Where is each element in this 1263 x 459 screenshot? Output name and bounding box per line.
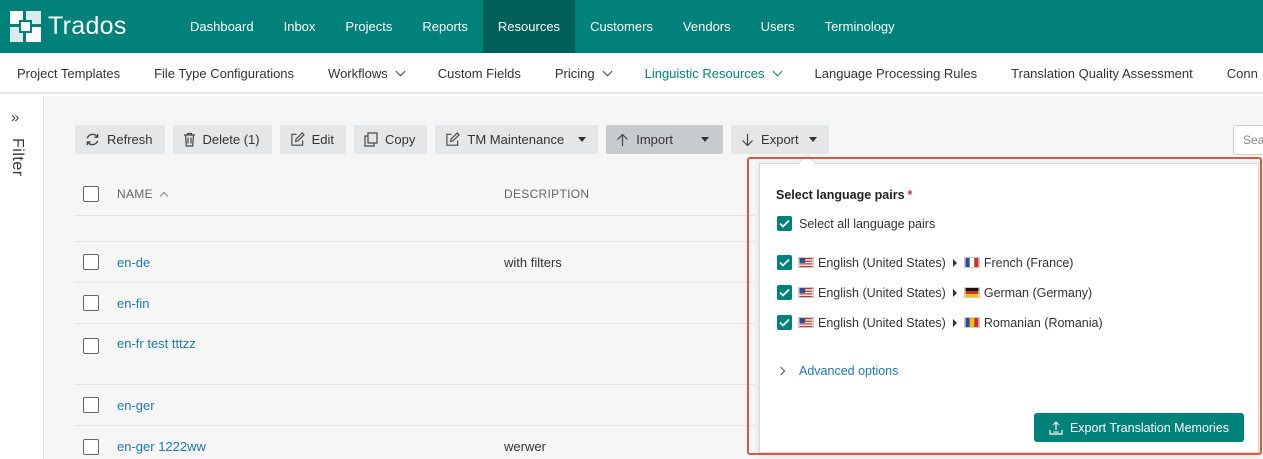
tab-label: File Type Configurations bbox=[154, 66, 295, 81]
table-header: NAME DESCRIPTION bbox=[75, 173, 755, 216]
nav-inbox[interactable]: Inbox bbox=[269, 0, 331, 53]
arrow-down-icon bbox=[742, 133, 753, 146]
import-label: Import bbox=[636, 132, 674, 147]
tab-label: Language Processing Rules bbox=[814, 66, 978, 81]
edit-button[interactable]: Edit bbox=[279, 125, 347, 154]
toolbar: Refresh Delete (1) Edit Copy TM Maintena… bbox=[75, 125, 837, 154]
refresh-label: Refresh bbox=[107, 132, 153, 147]
row-checkbox[interactable] bbox=[83, 295, 99, 311]
trados-logo-icon bbox=[10, 11, 41, 42]
nav-projects[interactable]: Projects bbox=[330, 0, 407, 53]
row-checkbox[interactable] bbox=[83, 254, 99, 270]
trash-icon bbox=[183, 132, 195, 147]
copy-icon bbox=[364, 132, 378, 147]
row-name[interactable]: en-fr test tttzz bbox=[117, 336, 504, 351]
caret-down-icon bbox=[578, 137, 587, 142]
table-row[interactable]: en-fr test tttzz bbox=[75, 324, 755, 385]
tab-label: Workflows bbox=[328, 66, 388, 81]
row-name[interactable]: en-ger 1222ww bbox=[117, 439, 504, 454]
column-label: NAME bbox=[117, 187, 153, 201]
tab-project-templates[interactable]: Project Templates bbox=[0, 53, 137, 92]
refresh-button[interactable]: Refresh bbox=[75, 125, 165, 154]
row-checkbox[interactable] bbox=[83, 397, 99, 413]
tab-translation-quality-assessment[interactable]: Translation Quality Assessment bbox=[994, 53, 1210, 92]
export-button[interactable]: Export bbox=[731, 125, 829, 154]
caret-down-icon bbox=[808, 137, 817, 142]
delete-button[interactable]: Delete (1) bbox=[172, 125, 272, 154]
highlight-outline bbox=[747, 157, 1262, 455]
nav-vendors[interactable]: Vendors bbox=[668, 0, 746, 53]
row-description: with filters bbox=[504, 254, 562, 270]
search-input[interactable]: Sea bbox=[1233, 125, 1263, 155]
nav-resources[interactable]: Resources bbox=[482, 0, 576, 53]
delete-label: Delete (1) bbox=[202, 132, 260, 147]
row-checkbox[interactable] bbox=[83, 338, 99, 354]
expand-arrows-icon[interactable]: » bbox=[11, 109, 19, 126]
nav-customers[interactable]: Customers bbox=[575, 0, 668, 53]
sort-up-icon bbox=[159, 191, 169, 201]
tab-label: Pricing bbox=[554, 66, 595, 81]
edit-icon bbox=[290, 132, 305, 146]
tab-label: Conn bbox=[1226, 66, 1258, 81]
tab-label: Linguistic Resources bbox=[644, 66, 765, 81]
table-row[interactable]: en-ger bbox=[75, 385, 755, 426]
row-checkbox[interactable] bbox=[83, 438, 99, 455]
sub-navigation: Project Templates File Type Configuratio… bbox=[0, 53, 1263, 94]
edit-icon bbox=[446, 132, 461, 146]
app-name: Trados bbox=[48, 12, 127, 40]
tab-linguistic-resources[interactable]: Linguistic Resources bbox=[628, 53, 798, 92]
row-name[interactable]: en-ger bbox=[117, 398, 504, 413]
table-row[interactable]: en-ger 1222ww werwer bbox=[75, 426, 755, 459]
name-column-header[interactable]: NAME bbox=[117, 187, 504, 201]
chevron-down-icon bbox=[772, 66, 782, 77]
table-row[interactable]: en-fin bbox=[75, 283, 755, 324]
chevron-down-icon bbox=[602, 66, 613, 77]
edit-label: Edit bbox=[311, 132, 335, 147]
tab-file-type-configurations[interactable]: File Type Configurations bbox=[137, 53, 311, 92]
trados-logo[interactable]: Trados bbox=[0, 0, 175, 53]
tab-connectors[interactable]: Conn bbox=[1210, 53, 1263, 92]
table-row[interactable]: en-de with filters bbox=[75, 242, 755, 283]
caret-down-icon bbox=[701, 137, 710, 142]
main-menu: Dashboard Inbox Projects Reports Resourc… bbox=[175, 0, 910, 53]
top-navigation-bar: Trados Dashboard Inbox Projects Reports … bbox=[0, 0, 1263, 53]
nav-terminology[interactable]: Terminology bbox=[810, 0, 910, 53]
tab-workflows[interactable]: Workflows bbox=[311, 53, 421, 92]
table-row[interactable] bbox=[75, 216, 755, 242]
copy-button[interactable]: Copy bbox=[354, 125, 428, 154]
tab-label: Project Templates bbox=[17, 66, 121, 81]
description-column-header[interactable]: DESCRIPTION bbox=[504, 187, 744, 201]
tm-maintenance-label: TM Maintenance bbox=[467, 132, 565, 147]
copy-label: Copy bbox=[385, 132, 416, 147]
nav-users[interactable]: Users bbox=[746, 0, 810, 53]
arrow-up-icon bbox=[617, 133, 629, 146]
tm-table: NAME DESCRIPTION en-de with filters en-f… bbox=[75, 173, 755, 459]
row-name[interactable]: en-fin bbox=[117, 296, 504, 311]
import-button[interactable]: Import bbox=[606, 125, 724, 154]
tm-maintenance-button[interactable]: TM Maintenance bbox=[435, 125, 599, 154]
row-description: werwer bbox=[504, 439, 546, 454]
export-label: Export bbox=[761, 132, 799, 147]
nav-dashboard[interactable]: Dashboard bbox=[175, 0, 269, 53]
row-name[interactable]: en-de bbox=[117, 255, 504, 270]
refresh-icon bbox=[86, 133, 99, 146]
tab-pricing[interactable]: Pricing bbox=[538, 53, 628, 92]
tab-label: Custom Fields bbox=[437, 66, 521, 81]
tab-language-processing-rules[interactable]: Language Processing Rules bbox=[798, 53, 995, 92]
nav-reports[interactable]: Reports bbox=[407, 0, 483, 53]
select-all-checkbox[interactable] bbox=[83, 186, 99, 202]
tab-label: Translation Quality Assessment bbox=[1011, 66, 1193, 81]
filter-panel[interactable]: » Filter bbox=[0, 96, 44, 459]
chevron-down-icon bbox=[395, 66, 406, 77]
filter-label[interactable]: Filter bbox=[8, 138, 26, 177]
tab-custom-fields[interactable]: Custom Fields bbox=[421, 53, 538, 92]
